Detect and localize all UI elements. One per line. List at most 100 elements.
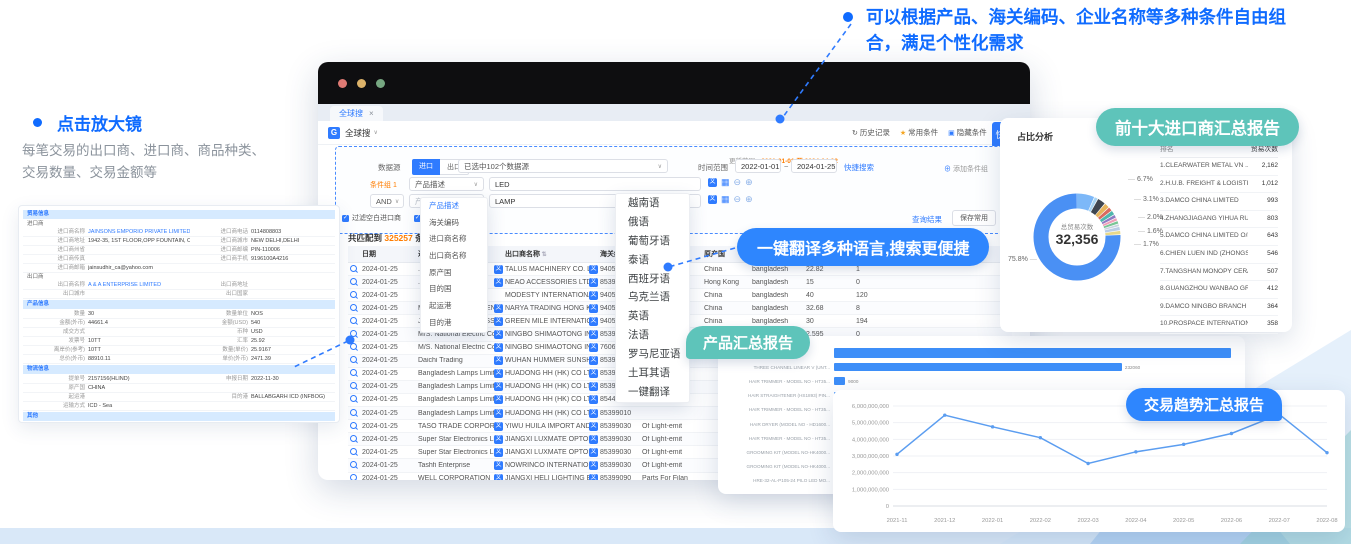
bar[interactable] <box>834 363 1122 371</box>
magnifier-icon[interactable] <box>348 291 362 300</box>
tab-global-search[interactable]: 全球搜 × <box>330 106 383 121</box>
magnifier-icon[interactable] <box>348 448 362 457</box>
translate-icon[interactable]: 文 <box>589 395 600 404</box>
datasource-select[interactable]: 已选中102个数据源 ∨ <box>458 159 668 173</box>
translate-icon[interactable]: 文 <box>589 265 600 274</box>
magnifier-icon[interactable] <box>348 304 362 313</box>
translate-icon[interactable]: 文 <box>589 343 600 352</box>
magnifier-icon[interactable] <box>348 435 362 444</box>
language-option-item[interactable]: 土耳其语 <box>616 364 689 383</box>
translate-icon[interactable]: 文 <box>494 382 505 391</box>
favorite-conditions-button[interactable]: ★常用条件 <box>900 127 938 138</box>
translate-icon[interactable]: 文 <box>494 409 505 418</box>
translate-icon[interactable]: 文 <box>708 195 717 204</box>
ranking-row[interactable]: 2.H.U.B. FREIGHT & LOGISTI...1,012 <box>1160 176 1278 194</box>
language-option-item[interactable]: 泰语 <box>616 251 689 270</box>
ranking-row[interactable]: 5.DAMCO CHINA LIMITED O/B643 <box>1160 228 1278 246</box>
quick-search-link[interactable]: 快捷搜索 <box>844 162 874 173</box>
data-point[interactable] <box>1039 436 1042 439</box>
translate-icon[interactable]: 文 <box>708 178 717 187</box>
translate-icon[interactable]: 文 <box>589 461 600 470</box>
translate-icon[interactable]: 文 <box>494 369 505 378</box>
translate-icon[interactable]: 文 <box>589 278 600 287</box>
translate-icon[interactable]: 文 <box>494 330 505 339</box>
translate-icon[interactable]: 文 <box>494 395 505 404</box>
language-option-item[interactable]: 法语 <box>616 326 689 345</box>
magnifier-icon[interactable] <box>348 317 362 326</box>
translate-icon[interactable]: 文 <box>494 265 505 274</box>
language-option-item[interactable]: 一键翻译 <box>616 383 689 402</box>
save-favorite-button[interactable]: 保存常用 <box>952 210 996 226</box>
field-option-item[interactable]: 目的国 <box>421 281 487 298</box>
field-option-item[interactable]: 原产国 <box>421 265 487 282</box>
ranking-row[interactable]: 1.CLEARWATER METAL VN ...2,162 <box>1160 158 1278 176</box>
field-option-item[interactable]: 起运港 <box>421 298 487 315</box>
remove-condition-icon[interactable]: ⊖ <box>734 195 742 204</box>
ranking-row[interactable]: 7.TANGSHAN MONOPY CERA...507 <box>1160 264 1278 282</box>
data-point[interactable] <box>943 413 946 416</box>
translate-icon[interactable]: 文 <box>494 343 505 352</box>
data-point[interactable] <box>991 425 994 428</box>
field-option-item[interactable]: 出口商名称 <box>421 248 487 265</box>
field-option-item[interactable]: 海关编码 <box>421 215 487 232</box>
magnifier-icon[interactable] <box>348 330 362 339</box>
translate-icon[interactable]: 文 <box>589 448 600 457</box>
translate-icon[interactable]: 文 <box>589 291 600 300</box>
translate-icon[interactable]: 文 <box>494 461 505 470</box>
translate-icon[interactable]: 文 <box>589 369 600 378</box>
add-condition-icon[interactable]: ⊕ <box>745 195 753 204</box>
remove-condition-icon[interactable]: ⊖ <box>734 178 742 187</box>
translate-icon[interactable]: 文 <box>494 278 505 287</box>
magnifier-icon[interactable] <box>348 356 362 365</box>
translate-icon[interactable]: 文 <box>589 317 600 326</box>
language-option-item[interactable]: 乌克兰语 <box>616 288 689 307</box>
field-option-item[interactable]: 目的港 <box>421 315 487 332</box>
translate-icon[interactable]: 文 <box>494 304 505 313</box>
translate-icon[interactable]: 文 <box>589 330 600 339</box>
translate-icon[interactable]: 文 <box>589 382 600 391</box>
translate-icon[interactable]: 文 <box>494 474 505 480</box>
grid-icon[interactable]: ▦ <box>721 195 730 204</box>
history-button[interactable]: ↻历史记录 <box>852 127 890 138</box>
filter-blank-importer-checkbox[interactable]: ✓ 过滤空白进口商 <box>342 213 401 223</box>
translate-icon[interactable]: 文 <box>589 409 600 418</box>
logic-operator-select[interactable]: AND∨ <box>370 194 404 208</box>
data-point[interactable] <box>1182 443 1185 446</box>
field-option-item[interactable]: 进口商名称 <box>421 231 487 248</box>
magnifier-icon[interactable] <box>348 343 362 352</box>
bar[interactable] <box>834 377 845 385</box>
ranking-row[interactable]: 4.ZHANGJIAGANG YIHUA RU...803 <box>1160 211 1278 229</box>
maximize-window-icon[interactable] <box>376 79 385 88</box>
translate-icon[interactable]: 文 <box>494 448 505 457</box>
language-option-item[interactable]: 俄语 <box>616 213 689 232</box>
chevron-down-icon[interactable]: ∨ <box>374 129 378 136</box>
translate-icon[interactable]: 文 <box>589 356 600 365</box>
magnifier-icon[interactable] <box>348 369 362 378</box>
language-option-item[interactable]: 越南语 <box>616 194 689 213</box>
data-point[interactable] <box>1230 432 1233 435</box>
import-toggle[interactable]: 进口 <box>412 159 440 175</box>
translate-icon[interactable]: 文 <box>589 422 600 431</box>
ranking-row[interactable]: 9.DAMCO NINGBO BRANCH364 <box>1160 299 1278 317</box>
language-option-item[interactable]: 西班牙语 <box>616 270 689 289</box>
date-from-input[interactable]: 2022-01-01 <box>735 159 781 173</box>
keyword-input-1[interactable]: LED <box>489 177 701 191</box>
translate-icon[interactable]: 文 <box>589 474 600 480</box>
field-select-1[interactable]: 产品描述∨ <box>409 177 484 191</box>
translate-icon[interactable]: 文 <box>494 435 505 444</box>
grid-icon[interactable]: ▦ <box>721 178 730 187</box>
translate-icon[interactable]: 文 <box>494 317 505 326</box>
magnifier-icon[interactable] <box>348 461 362 470</box>
close-tab-icon[interactable]: × <box>369 109 374 118</box>
field-option-item[interactable]: 产品描述 <box>421 198 487 215</box>
bar[interactable] <box>834 348 1231 358</box>
data-point[interactable] <box>1134 450 1137 453</box>
minimize-window-icon[interactable] <box>357 79 366 88</box>
ranking-row[interactable]: 6.CHIEN LUEN IND (ZHONGS...546 <box>1160 246 1278 264</box>
ranking-row[interactable]: 3.DAMCO CHINA LIMITED993 <box>1160 193 1278 211</box>
data-point[interactable] <box>1086 462 1089 465</box>
ranking-row[interactable]: 8.GUANGZHOU WANBAO GR...412 <box>1160 281 1278 299</box>
magnifier-icon[interactable] <box>348 395 362 404</box>
language-option-item[interactable]: 罗马尼亚语 <box>616 345 689 364</box>
query-results-link[interactable]: 查询结果 <box>912 214 942 225</box>
